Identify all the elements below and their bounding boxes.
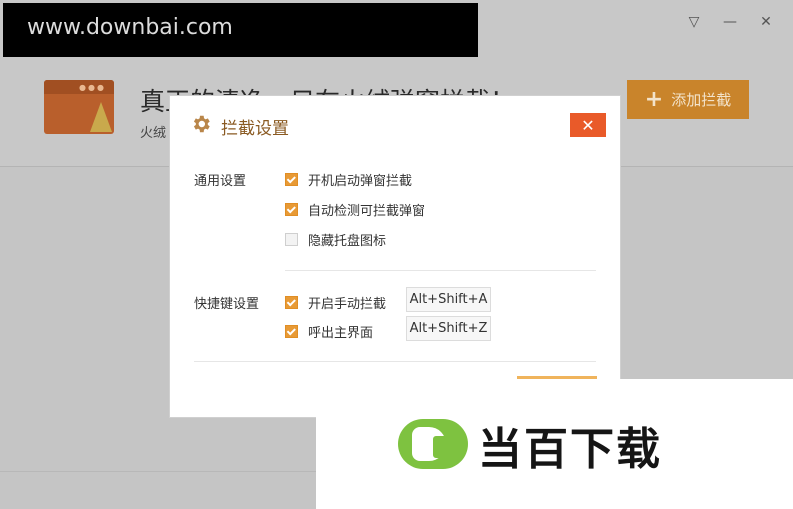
block-settings-dialog: 拦截设置 ✕ 通用设置 开机启动弹窗拦截 自动检测可拦截弹窗 隐藏托盘图标 快捷… [170,96,620,417]
hotkey-settings-label: 快捷键设置 [194,297,260,312]
option-label: 开机启动弹窗拦截 [308,174,413,189]
hotkey-field-manual-block[interactable]: Alt+Shift+A [406,287,491,312]
checkbox-show-main[interactable] [285,325,298,338]
add-block-label: 添加拦截 [671,91,732,109]
option-autostart[interactable]: 开机启动弹窗拦截 [285,170,412,189]
option-manual-block[interactable]: 开启手动拦截 [285,293,386,312]
section-divider [285,270,596,271]
dialog-close-button[interactable]: ✕ [570,113,606,137]
watermark-d-icon [398,419,468,469]
option-show-main[interactable]: 呼出主界面 [285,322,373,341]
gear-icon [193,115,210,133]
option-label: 呼出主界面 [308,326,374,341]
hotkey-field-show-main[interactable]: Alt+Shift+Z [406,316,491,341]
close-icon: ✕ [581,115,595,135]
general-settings-label: 通用设置 [194,174,247,189]
plus-icon: + [644,86,664,112]
app-logo-icon: ●●● [44,80,114,134]
option-auto-detect[interactable]: 自动检测可拦截弹窗 [285,200,425,219]
checkbox-auto-detect[interactable] [285,203,298,216]
window-controls: ▽ — ✕ [685,14,775,30]
option-label: 隐藏托盘图标 [308,234,387,249]
option-label: 自动检测可拦截弹窗 [308,204,426,219]
watermark-url: www.downbai.com [3,3,478,57]
checkbox-manual-block[interactable] [285,296,298,309]
minimize-icon[interactable]: — [721,14,739,30]
add-block-button[interactable]: + 添加拦截 [627,80,749,119]
menu-icon[interactable]: ▽ [685,14,703,30]
footer-divider [194,361,596,362]
app-subtitle: 火绒 [140,126,167,141]
close-window-icon[interactable]: ✕ [757,14,775,30]
option-label: 开启手动拦截 [308,297,387,312]
watermark-logo: 当百下载 [316,379,793,509]
checkbox-autostart[interactable] [285,173,298,186]
dialog-header: 拦截设置 ✕ [170,96,620,152]
watermark-text: 当百下载 [478,424,662,475]
option-hide-tray[interactable]: 隐藏托盘图标 [285,230,386,249]
dialog-title: 拦截设置 [221,119,289,139]
checkbox-hide-tray[interactable] [285,233,298,246]
